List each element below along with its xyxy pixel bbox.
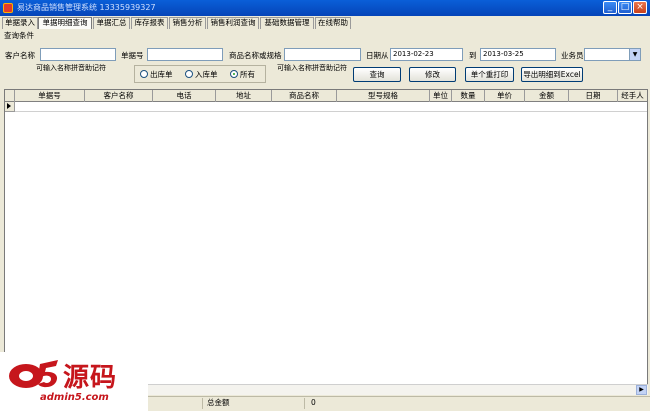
horizontal-scrollbar[interactable]: ▶ <box>148 384 648 395</box>
customer-input[interactable] <box>40 48 116 61</box>
status-bar: 总金额 0 <box>148 396 650 409</box>
date-to-label: 到 <box>469 51 477 60</box>
row-indicator[interactable] <box>5 102 15 112</box>
radio-all[interactable]: 所有 <box>230 69 255 80</box>
row-indicator-header <box>5 90 15 102</box>
total-amount-label: 总金额 <box>203 398 305 409</box>
column-header[interactable]: 客户名称 <box>85 90 153 102</box>
column-header[interactable]: 商品名称 <box>272 90 337 102</box>
app-icon <box>3 3 13 13</box>
column-header[interactable]: 经手人 <box>618 90 647 102</box>
tab-entry[interactable]: 单据录入 <box>2 17 38 29</box>
radio-selected-icon <box>230 70 238 78</box>
radio-out[interactable]: 出库单 <box>140 69 173 80</box>
watermark-logo: 源码 admin5.com <box>0 352 148 411</box>
column-header[interactable]: 单据号 <box>15 90 85 102</box>
tab-profit-query[interactable]: 销售利润查询 <box>207 17 259 29</box>
tab-inventory[interactable]: 库存报表 <box>131 17 168 29</box>
main-tabs: 单据录入 单据明细查询 单据汇总 库存报表 销售分析 销售利润查询 基础数据管理… <box>0 17 650 29</box>
chevron-down-icon[interactable]: ▼ <box>629 49 640 60</box>
salesman-label: 业务员 <box>561 51 584 60</box>
column-header[interactable]: 单位 <box>430 90 452 102</box>
column-header[interactable]: 单价 <box>485 90 525 102</box>
column-header[interactable]: 地址 <box>216 90 272 102</box>
tab-detail-query[interactable]: 单据明细查询 <box>38 17 92 29</box>
doc-no-input[interactable] <box>147 48 223 61</box>
date-from-input[interactable]: 2013-02-23 <box>390 48 463 61</box>
tab-online-help[interactable]: 在线帮助 <box>315 17 351 29</box>
table-row[interactable] <box>15 102 647 112</box>
grid-header: 单据号 客户名称 电话 地址 商品名称 型号规格 单位 数量 单价 金额 日期 … <box>5 90 647 102</box>
status-cell-empty <box>148 398 203 409</box>
detail-grid[interactable]: 单据号 客户名称 电话 地址 商品名称 型号规格 单位 数量 单价 金额 日期 … <box>4 89 648 386</box>
customer-hint: 可输入名称拼音助记符 <box>36 64 106 72</box>
column-header[interactable]: 型号规格 <box>337 90 430 102</box>
total-amount-value: 0 <box>311 398 316 407</box>
column-header[interactable]: 金额 <box>525 90 569 102</box>
radio-circle-icon <box>140 70 148 78</box>
logo-brand-text: 源码 <box>63 363 118 393</box>
maximize-button[interactable]: □ <box>618 1 632 14</box>
close-button[interactable]: × <box>633 1 647 14</box>
product-hint: 可输入名称拼音助记符 <box>277 64 347 72</box>
edit-button[interactable]: 修改 <box>409 67 456 82</box>
query-button[interactable]: 查询 <box>353 67 401 82</box>
doc-type-radio-group: 出库单 入库单 所有 <box>134 65 266 83</box>
export-excel-button[interactable]: 导出明细到Excel <box>521 67 583 82</box>
radio-in[interactable]: 入库单 <box>185 69 218 80</box>
column-header[interactable]: 日期 <box>569 90 618 102</box>
radio-circle-icon <box>185 70 193 78</box>
product-input[interactable] <box>284 48 361 61</box>
customer-label: 客户名称 <box>5 51 35 60</box>
current-row-arrow-icon <box>7 103 11 109</box>
date-to-input[interactable]: 2013-03-25 <box>480 48 556 61</box>
logo-url-text: admin5.com <box>40 392 109 403</box>
minimize-button[interactable]: _ <box>603 1 617 14</box>
reprint-button[interactable]: 单个重打印 <box>465 67 514 82</box>
tab-summary[interactable]: 单据汇总 <box>93 17 130 29</box>
query-group-caption: 查询条件 <box>4 31 34 40</box>
doc-no-label: 单据号 <box>121 51 144 60</box>
date-from-label: 日期从 <box>366 51 389 60</box>
column-header[interactable]: 数量 <box>452 90 485 102</box>
window-title: 易达商品销售管理系统 13335939327 <box>17 3 156 12</box>
tab-sales-analysis[interactable]: 销售分析 <box>169 17 206 29</box>
scroll-right-icon[interactable]: ▶ <box>636 385 647 395</box>
title-bar: 易达商品销售管理系统 13335939327 _ □ × <box>0 0 650 16</box>
a5-logo-icon <box>9 360 58 388</box>
tab-base-data[interactable]: 基础数据管理 <box>260 17 314 29</box>
column-header[interactable]: 电话 <box>153 90 216 102</box>
product-label: 商品名称或规格 <box>229 51 282 60</box>
